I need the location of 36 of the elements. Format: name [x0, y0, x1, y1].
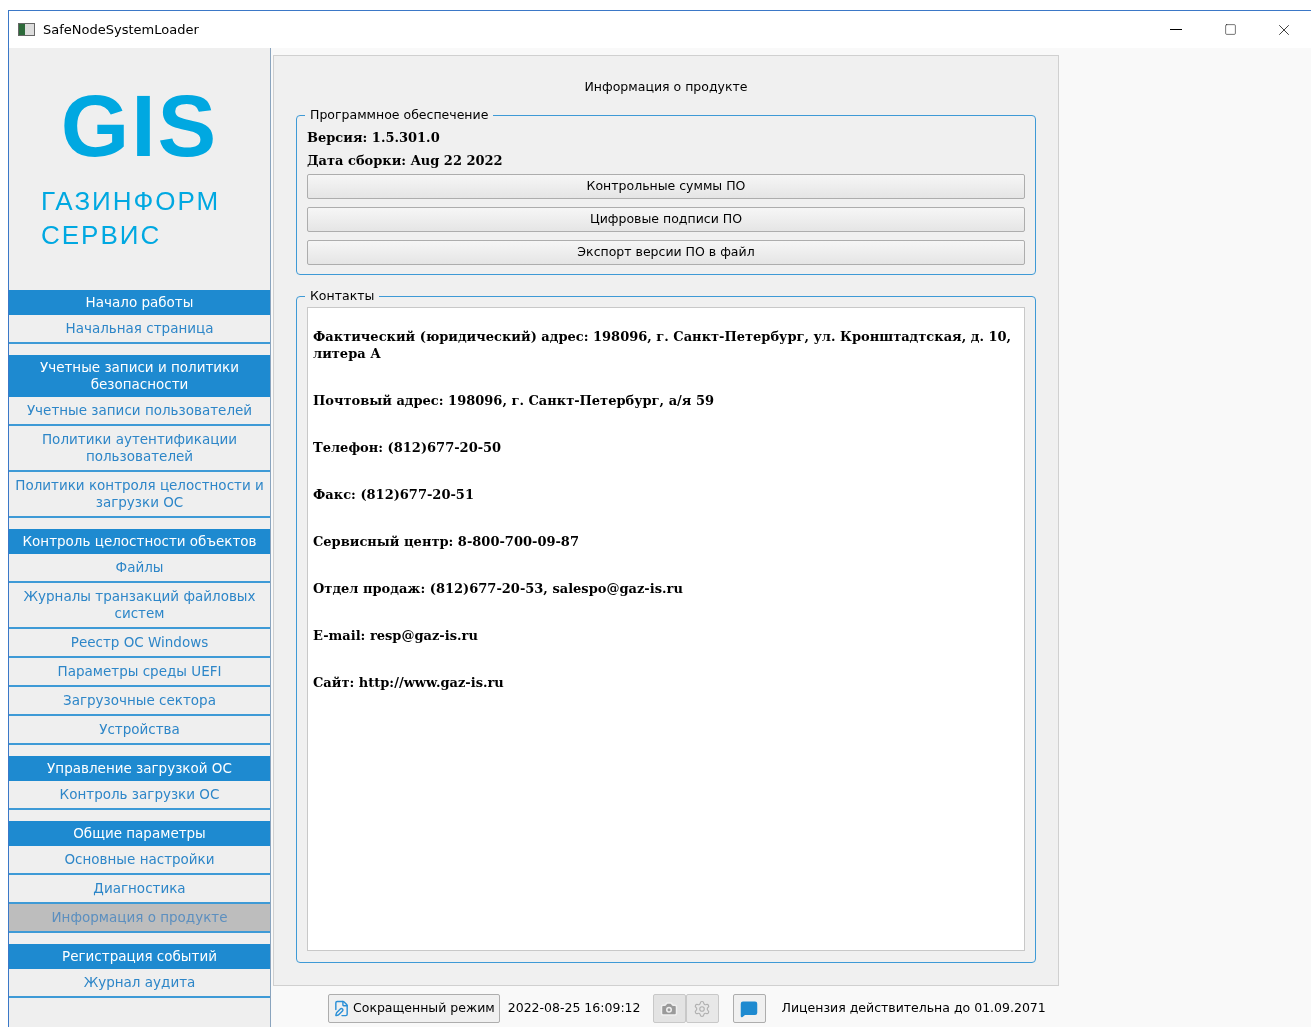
sidebar-section-header: Учетные записи и политики безопасности — [9, 355, 270, 397]
logo-mark: GIS — [60, 86, 219, 166]
window-title: SafeNodeSystemLoader — [43, 20, 199, 39]
action-button[interactable]: Экспорт версии ПО в файл — [307, 239, 1025, 265]
sidebar-section-header: Начало работы — [9, 290, 270, 315]
sidebar-item[interactable]: Информация о продукте — [9, 904, 270, 933]
mode-button[interactable]: Сокращенный режим — [328, 994, 500, 1023]
contact-line: Отдел продаж: (812)677-20-53, salespo@gaz-is.ru — [313, 579, 684, 597]
message-icon — [740, 999, 758, 1018]
logo-text: СЕРВИС — [41, 219, 162, 252]
minimize-icon — [1170, 29, 1182, 30]
contact-line: Факс: (812)677-20-51 — [313, 485, 475, 503]
settings-icon — [693, 999, 711, 1018]
contact-line: E-mail: resp@gaz-is.ru — [313, 626, 479, 644]
edit-icon — [333, 1000, 350, 1017]
action-button[interactable]: Цифровые подписи ПО — [307, 206, 1025, 232]
camera-icon — [660, 999, 678, 1018]
action-button[interactable]: Контрольные суммы ПО — [307, 173, 1025, 199]
build-date-text: Дата сборки: Aug 22 2022 — [307, 151, 504, 170]
app-icon — [18, 23, 35, 36]
contact-line: Сайт: http://www.gaz-is.ru — [313, 673, 505, 691]
message-button[interactable] — [732, 994, 766, 1023]
logo-text: ГАЗИНФОРМ — [41, 185, 221, 218]
contact-line: Фактический (юридический) адрес: 198096, г. Санкт-Петербург, ул. Кронштадтская, д. 10, литера А — [313, 327, 1013, 362]
sidebar-section-header: Общие параметры — [9, 821, 270, 846]
datetime-text: 2022-08-25 16:09:12 — [507, 999, 641, 1018]
maximize-icon — [1223, 23, 1237, 36]
page-title: Информация о продукте — [584, 78, 748, 96]
license-text: Лицензия действительна до 01.09.2071 — [781, 999, 1046, 1018]
sidebar-section-header: Контроль целостности объектов — [9, 529, 270, 554]
contact-line: Почтовый адрес: 198096, г. Санкт-Петербург, а/я 59 — [313, 391, 716, 409]
sidebar-section-header: Регистрация событий — [9, 944, 270, 969]
sidebar-section-header: Управление загрузкой ОС — [9, 756, 270, 781]
contact-line: Сервисный центр: 8-800-700-09-87 — [313, 532, 580, 550]
contact-line: Телефон: (812)677-20-50 — [313, 438, 503, 456]
version-text: Версия: 1.5.301.0 — [307, 128, 441, 147]
